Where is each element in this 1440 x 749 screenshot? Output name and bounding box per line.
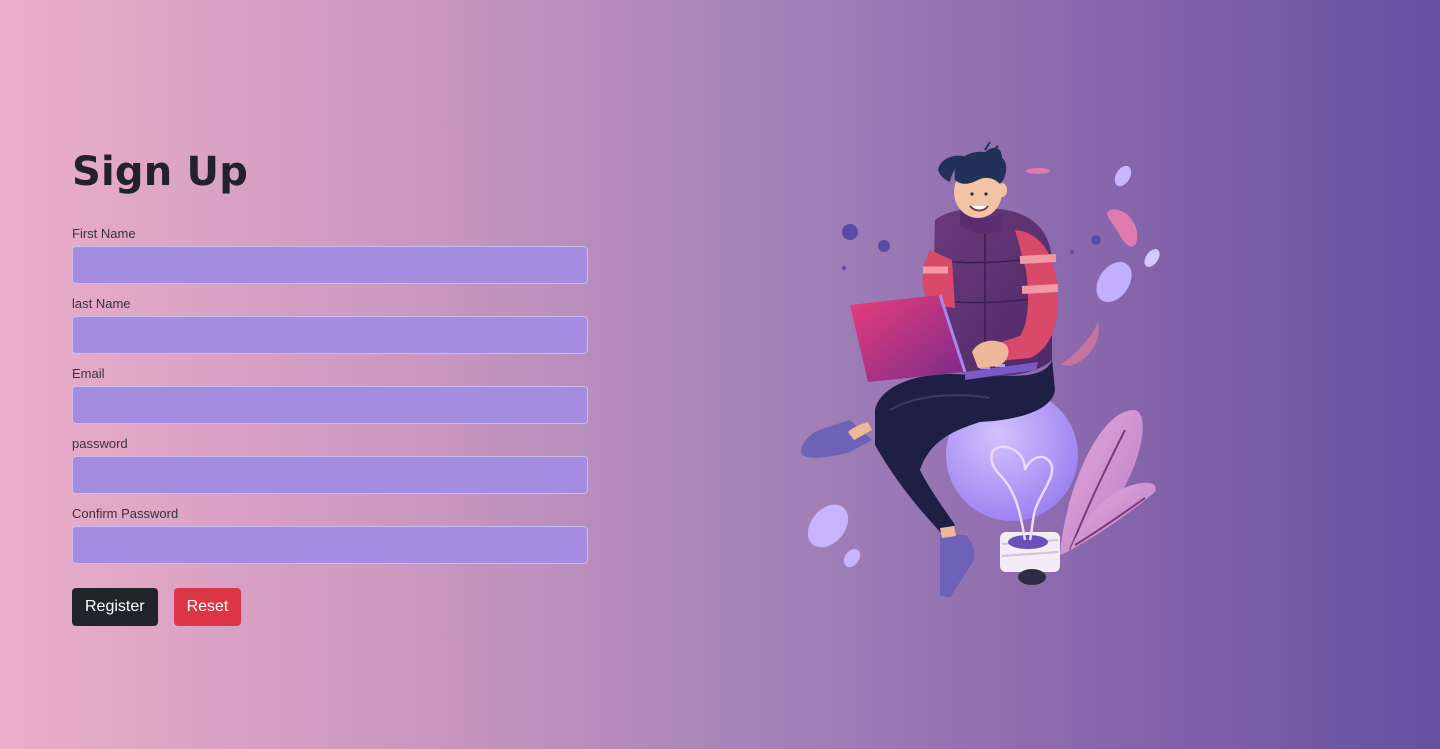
reset-button[interactable]: Reset bbox=[173, 588, 242, 626]
email-input[interactable] bbox=[72, 386, 588, 424]
form-buttons: Register Reset bbox=[72, 588, 588, 626]
page-title: Sign Up bbox=[72, 149, 249, 195]
confirm-password-label: Confirm Password bbox=[72, 506, 179, 521]
register-button[interactable]: Register bbox=[72, 588, 158, 626]
first-name-label: First Name bbox=[72, 226, 136, 241]
confirm-password-input[interactable] bbox=[72, 526, 588, 564]
password-input[interactable] bbox=[72, 456, 588, 494]
last-name-input[interactable] bbox=[72, 316, 588, 354]
signup-form: Sign Up First Name last Name Email passw… bbox=[72, 148, 588, 626]
last-name-group: last Name bbox=[72, 296, 588, 354]
email-group: Email bbox=[72, 366, 588, 424]
last-name-label: last Name bbox=[72, 296, 131, 311]
first-name-input[interactable] bbox=[72, 246, 588, 284]
password-label: password bbox=[72, 436, 128, 451]
first-name-group: First Name bbox=[72, 226, 588, 284]
hero-illustration bbox=[780, 140, 1180, 610]
person-on-lightbulb-icon bbox=[801, 141, 1160, 598]
email-label: Email bbox=[72, 366, 105, 381]
confirm-password-group: Confirm Password bbox=[72, 506, 588, 564]
password-group: password bbox=[72, 436, 588, 494]
